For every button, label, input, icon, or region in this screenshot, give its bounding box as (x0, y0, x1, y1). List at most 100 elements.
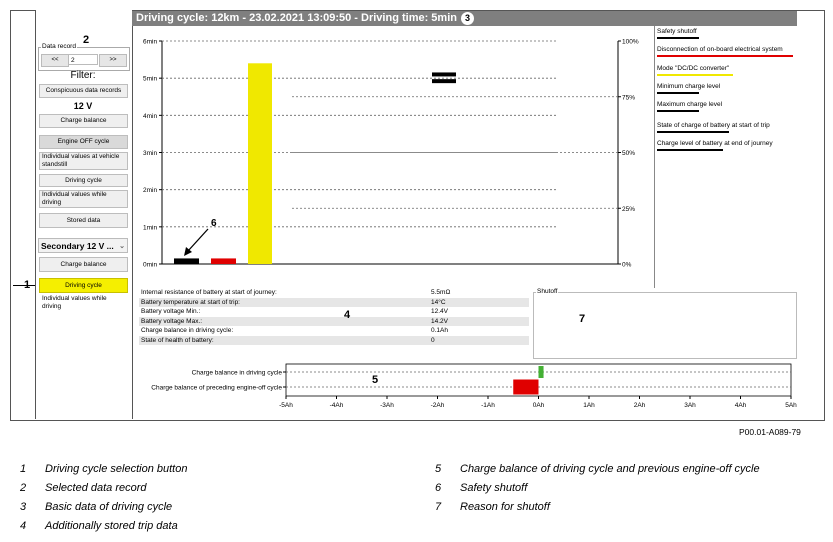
legend-item-label: Disconnection of on-board electrical sys… (657, 46, 783, 53)
table-row: Battery temperature at start of trip: 14°… (139, 297, 529, 307)
table-row: Charge balance in driving cycle: 0.1Ah (139, 326, 529, 335)
balance-category-label: Charge balance in driving cycle (192, 370, 283, 377)
legend-swatch (657, 131, 729, 133)
balance-bar (513, 379, 539, 395)
legend-swatch (657, 37, 699, 39)
legend-item: Disconnection of on-board electrical sys… (657, 46, 793, 57)
legend-swatch (657, 110, 699, 112)
duration-chart: 6min 5min 4min 3min 2min 1min 0min 100% 75% 50% 25… (143, 39, 639, 269)
caption-text: Additionally stored trip data (45, 520, 178, 532)
table-row: State of health of battery: 0 (139, 335, 529, 345)
caption-number: 7 (435, 501, 442, 513)
left-tick-label: 4min (143, 113, 157, 120)
balance-x-tick-label: 1Ah (583, 402, 595, 409)
row-label: Battery temperature at start of trip: (141, 298, 240, 306)
right-tick-label: 50% (622, 150, 635, 157)
duration-bar (174, 258, 199, 264)
balance-x-tick-label: -5Ah (279, 402, 293, 409)
driving-cycle-header: Driving cycle: 12km - 23.02.2021 13:09:5… (132, 11, 797, 26)
caption-number: 1 (20, 463, 27, 475)
secondary-driving-cycle-button[interactable]: Driving cycle (39, 278, 128, 293)
engine-off-cycle-button[interactable]: Engine OFF cycle (39, 135, 128, 149)
record-number-input[interactable]: 2 (68, 54, 98, 65)
balance-x-tick-label: 4Ah (735, 402, 747, 409)
caption-number: 6 (435, 482, 442, 494)
legend-item: Minimum charge level (657, 83, 720, 94)
row-label: Charge balance in driving cycle: (141, 327, 234, 334)
row-label: Battery voltage Min.: (141, 308, 201, 315)
legend-item-label: Maximum charge level (657, 101, 723, 108)
left-tick-label: 6min (143, 39, 157, 46)
right-tick-label: 100% (622, 39, 639, 46)
caption-text: Selected data record (45, 482, 147, 494)
secondary-select-value: Secondary 12 V ... (41, 241, 114, 251)
row-label: Internal resistance of battery at start … (141, 289, 277, 296)
right-tick-label: 25% (622, 206, 635, 213)
charge-balance-button[interactable]: Charge balance (39, 114, 128, 128)
soc-marker (432, 72, 456, 77)
chevron-down-icon: ⌄ (119, 243, 125, 250)
callout-3: 3 (460, 11, 474, 25)
right-tick-label: 0% (622, 262, 632, 269)
secondary-battery-select[interactable]: Secondary 12 V ... ⌄ (38, 238, 128, 253)
balance-x-tick-label: 0Ah (533, 402, 545, 409)
caption-text: Safety shutoff (460, 482, 528, 494)
legend-item: State of charge of battery at start of t… (657, 122, 770, 133)
individual-driving-button[interactable]: Individual values while driving (39, 190, 128, 208)
caption-number: 2 (20, 482, 27, 494)
prev-record-button[interactable]: << (41, 54, 69, 67)
next-record-button[interactable]: >> (99, 54, 127, 67)
caption-text: Charge balance of driving cycle and prev… (460, 463, 760, 475)
caption-number: 5 (435, 463, 442, 475)
table-row: Battery voltage Min.: 12.4V (139, 307, 529, 316)
caption-number: 3 (20, 501, 27, 513)
row-value: 0 (431, 336, 435, 344)
secondary-individual-driving-button[interactable]: Individual values while driving (39, 294, 128, 312)
left-tick-label: 0min (143, 262, 157, 269)
individual-standstill-button[interactable]: Individual values at vehicle standstill (39, 152, 128, 170)
conspicuous-records-button[interactable]: Conspicuous data records (39, 84, 128, 98)
balance-category-label: Charge balance of preceding engine-off c… (151, 385, 282, 392)
callout-6: 6 (211, 218, 217, 229)
duration-bar (211, 258, 236, 264)
row-value: 5.5mΩ (431, 289, 451, 296)
legend-item-label: State of charge of battery at start of t… (657, 122, 770, 129)
driving-cycle-button[interactable]: Driving cycle (39, 174, 128, 187)
balance-x-tick-label: 5Ah (785, 402, 797, 409)
left-tick-label: 3min (143, 150, 157, 157)
shutoff-box (533, 292, 797, 359)
duration-bar (248, 63, 272, 264)
legend-item-label: Safety shutoff (657, 28, 697, 35)
balance-x-tick-label: 2Ah (634, 402, 646, 409)
left-tick-label: 1min (143, 224, 157, 231)
legend-swatch (657, 74, 733, 76)
header-title: Driving cycle: 12km - 23.02.2021 13:09:5… (136, 12, 457, 24)
legend-swatch (657, 55, 793, 57)
charge-balance-chart: Charge balance in driving cycle Charge ba… (151, 363, 797, 409)
voltage-12v-heading: 12 V (73, 101, 93, 111)
filter-label: Filter: (70, 70, 96, 81)
legend-swatch (657, 92, 699, 94)
legend-item-label: Mode "DC/DC converter" (657, 65, 730, 72)
stored-data-button[interactable]: Stored data (39, 213, 128, 228)
caption-text: Basic data of driving cycle (45, 501, 173, 513)
legend-item: Maximum charge level (657, 101, 723, 112)
balance-x-tick-label: -2Ah (431, 402, 445, 409)
right-tick-label: 75% (622, 94, 635, 101)
legend-item-label: Charge level of battery at end of journe… (657, 140, 773, 147)
table-row: Internal resistance of battery at start … (139, 288, 529, 297)
shutoff-label: Shutoff (536, 288, 559, 295)
balance-bar (538, 366, 544, 378)
balance-x-tick-label: -1Ah (481, 402, 495, 409)
figure-id: P00.01-A089-79 (739, 427, 801, 437)
row-value: 0.1Ah (431, 327, 448, 334)
table-row: Battery voltage Max.: 14.2V (139, 316, 529, 326)
row-label: State of health of battery: (141, 336, 214, 344)
callout-2: 2 (83, 34, 90, 46)
row-value: 14.2V (431, 317, 448, 325)
secondary-charge-balance-button[interactable]: Charge balance (39, 257, 128, 272)
legend-item: Charge level of battery at end of journe… (657, 140, 773, 151)
balance-x-tick-label: -4Ah (330, 402, 344, 409)
caption-text: Reason for shutoff (460, 501, 550, 513)
row-label: Battery voltage Max.: (141, 317, 203, 325)
